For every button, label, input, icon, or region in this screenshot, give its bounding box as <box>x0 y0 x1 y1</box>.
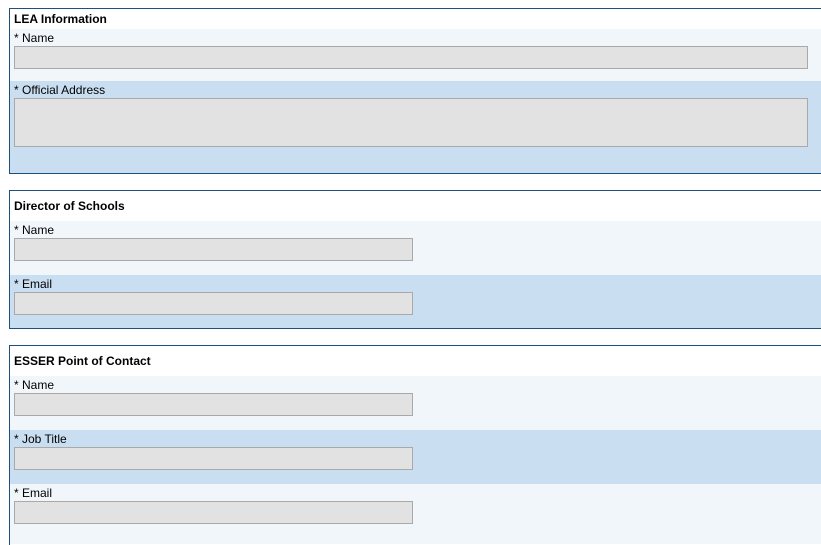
esser-name-label: * Name <box>14 378 55 392</box>
lea-information-title: LEA Information <box>10 9 821 29</box>
director-email-label: * Email <box>14 277 53 291</box>
lea-name-input[interactable] <box>14 46 808 69</box>
director-name-label: * Name <box>14 223 55 237</box>
lea-name-row: * Name <box>10 29 821 81</box>
director-of-schools-title: Director of Schools <box>10 191 821 221</box>
director-of-schools-panel: Director of Schools * Name * Email <box>9 190 821 329</box>
lea-address-label: * Official Address <box>14 83 106 97</box>
director-name-input[interactable] <box>14 238 413 261</box>
lea-address-input[interactable] <box>14 98 808 147</box>
director-email-input[interactable] <box>14 292 413 315</box>
director-name-row: * Name <box>10 221 821 275</box>
esser-name-input[interactable] <box>14 393 413 416</box>
esser-point-of-contact-title: ESSER Point of Contact <box>10 346 821 376</box>
esser-job-title-label: * Job Title <box>14 432 67 446</box>
esser-job-title-row: * Job Title <box>10 430 821 484</box>
director-email-row: * Email <box>10 275 821 328</box>
esser-job-title-input[interactable] <box>14 447 413 470</box>
esser-email-row: * Email <box>10 484 821 544</box>
esser-point-of-contact-panel: ESSER Point of Contact * Name * Job Titl… <box>9 345 821 545</box>
esser-email-input[interactable] <box>14 501 413 524</box>
esser-name-row: * Name <box>10 376 821 430</box>
lea-information-panel: LEA Information * Name * Official Addres… <box>9 8 821 174</box>
lea-name-label: * Name <box>14 31 55 45</box>
lea-address-row: * Official Address <box>10 81 821 173</box>
esser-email-label: * Email <box>14 486 53 500</box>
